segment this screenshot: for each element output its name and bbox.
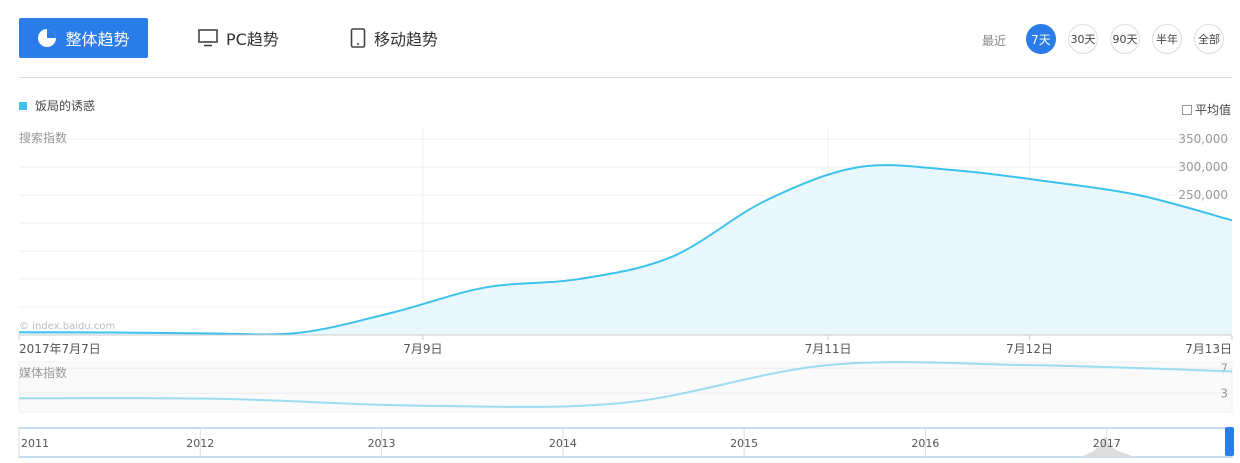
trend-chart: 350,000300,000250,000200,000150,000100,0…	[18, 128, 1233, 458]
search-index-area	[19, 165, 1232, 335]
y-axis-label: 搜索指数	[19, 130, 67, 145]
y-tick-label: 250,000	[1178, 188, 1228, 202]
media-y-tick-label: 3	[1220, 386, 1228, 400]
x-tick-label: 7月11日	[805, 342, 852, 356]
timeline-year-label: 2013	[368, 437, 396, 450]
y-tick-label: 300,000	[1178, 160, 1228, 174]
x-tick-label: 7月12日	[1006, 342, 1053, 356]
timeline-year-label: 2016	[911, 437, 939, 450]
timeline-year-label: 2017	[1093, 437, 1121, 450]
timeline-year-label: 2014	[549, 437, 577, 450]
timeline-year-label: 2015	[730, 437, 758, 450]
media-index-panel	[18, 361, 1233, 413]
media-y-axis-label: 媒体指数	[19, 365, 67, 380]
media-y-tick-label: 7	[1220, 361, 1228, 375]
y-tick-label: 350,000	[1178, 132, 1228, 146]
timeline-year-label: 2012	[186, 437, 214, 450]
x-tick-label: 2017年7月7日	[19, 342, 101, 356]
timeline-year-label: 2011	[21, 437, 49, 450]
x-tick-label: 7月9日	[403, 342, 442, 356]
watermark: © index.baidu.com	[19, 321, 116, 332]
x-tick-label: 7月13日	[1185, 342, 1232, 356]
range-end-handle[interactable]	[1225, 427, 1234, 456]
